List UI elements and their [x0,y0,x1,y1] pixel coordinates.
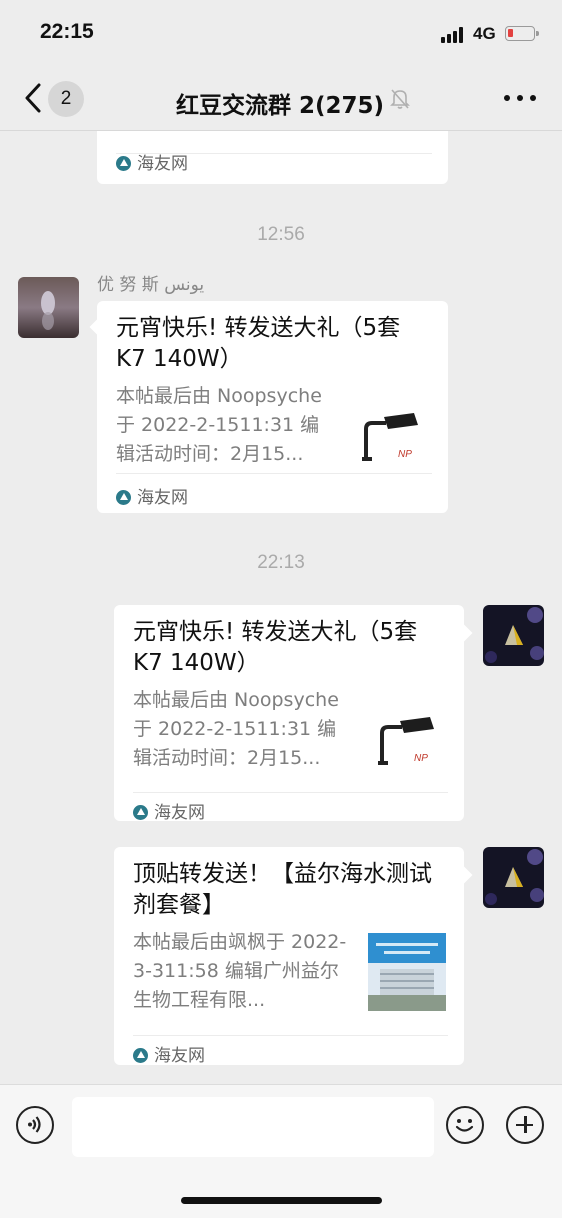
sender-avatar[interactable] [18,277,79,338]
building-photo-icon [368,933,446,1011]
unread-count-badge[interactable]: 2 [48,81,84,117]
message-timestamp: 22:13 [257,552,305,573]
source-logo-icon [116,156,131,171]
page-title: 红豆交流群 2(275) [175,93,385,119]
lamp-product-icon: NP [352,399,430,477]
signal-icon [441,27,467,43]
source-logo-icon [116,490,131,505]
card-title: 元宵快乐! 转发送大礼（5套 K7 140W） [133,619,418,676]
battery-level [508,29,513,37]
my-avatar[interactable] [483,605,544,666]
add-attachment-icon[interactable] [506,1106,544,1144]
voice-input-icon[interactable] [16,1106,54,1144]
home-indicator [181,1197,382,1204]
message-timestamp: 12:56 [257,224,305,245]
back-arrow-icon[interactable] [22,82,46,114]
card-description: 本帖最后由 Noopsyche 于 2022-2-1511:31 编辑活动时间：… [133,689,339,769]
source-logo-icon [133,1048,148,1063]
emoji-icon[interactable] [446,1106,484,1144]
svg-text:NP: NP [414,753,428,764]
message-input[interactable] [72,1097,434,1157]
sender-name: 优 努 斯 يونس [97,275,205,295]
card-description: 本帖最后由飒枫于 2022-3-311:58 编辑广州益尔生物工程有限... [133,931,347,1011]
link-card[interactable]: 顶贴转发送！【益尔海水测试剂套餐】 本帖最后由飒枫于 2022-3-311:58… [114,847,464,1066]
card-title: 元宵快乐! 转发送大礼（5套 K7 140W） [116,315,401,372]
status-bar: 22:15 4G [0,0,562,68]
link-card[interactable]: 元宵快乐! 转发送大礼（5套 K7 140W） 本帖最后由 Noopsyche … [114,605,464,823]
svg-text:NP: NP [398,449,412,460]
card-source: 海友网 [116,149,188,174]
status-time: 22:15 [40,20,94,43]
more-options-icon[interactable] [504,95,536,103]
link-card[interactable]: 海友网 [97,131,448,184]
source-logo-icon [133,805,148,820]
card-description: 本帖最后由 Noopsyche 于 2022-2-1511:31 编辑活动时间：… [116,385,322,465]
lamp-product-icon: NP [368,703,446,781]
network-type: 4G [473,24,496,43]
card-title: 顶贴转发送！【益尔海水测试剂套餐】 [133,861,432,918]
card-source: 海友网 [133,798,205,823]
message-list[interactable]: 海友网 12:56 优 努 斯 يونس 元宵快乐! 转发送大礼（5套 K7 1… [0,131,562,1084]
link-card[interactable]: 元宵快乐! 转发送大礼（5套 K7 140W） 本帖最后由 Noopsyche … [97,301,448,513]
my-avatar[interactable] [483,847,544,908]
card-source: 海友网 [133,1041,205,1066]
muted-bell-icon [390,89,410,109]
battery-icon [505,26,539,41]
card-source: 海友网 [116,483,188,508]
